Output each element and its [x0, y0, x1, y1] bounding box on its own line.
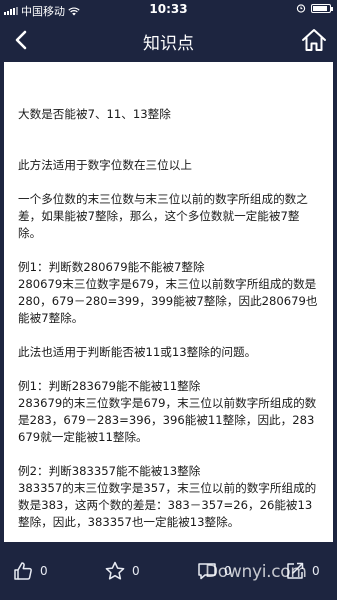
- article-paragraph: 280679末三位数字是679，末三位以前数字所组成的数是280，679－280…: [18, 277, 318, 325]
- home-icon: [302, 29, 326, 51]
- status-bar: 中国移动 10:33: [0, 0, 337, 20]
- back-button[interactable]: [8, 26, 36, 54]
- article-paragraph: 大数是否能被7、11、13整除: [18, 107, 171, 121]
- like-count: 0: [40, 564, 48, 578]
- alarm-icon: [296, 4, 306, 13]
- star-icon: [105, 561, 125, 580]
- article-paragraph: 一个多位数的末三位数与末三位以前的数字所组成的数之差，如果能被7整除，那么，这个…: [18, 192, 308, 240]
- status-time: 10:33: [149, 2, 188, 16]
- paragraph-spacer: [18, 242, 321, 259]
- paragraph-spacer: [18, 361, 321, 378]
- home-button[interactable]: [299, 25, 329, 55]
- page-title: 知识点: [143, 34, 194, 54]
- article-paragraph: 此法也适用于判断能否被11或13整除的问题。: [18, 345, 257, 359]
- favorite-button[interactable]: 0: [104, 560, 140, 582]
- paragraph-spacer: [18, 327, 321, 344]
- like-button[interactable]: 0: [12, 560, 48, 582]
- battery-icon: [311, 3, 333, 13]
- article-paragraph: 283679的末三位数字是679，末三位以前数字所组成的数是283，679－28…: [18, 396, 317, 444]
- article-paragraph: 例2：判断383357能不能被13整除: [18, 464, 201, 478]
- status-right: [296, 3, 333, 13]
- paragraph-spacer: [18, 446, 321, 463]
- share-count: 0: [312, 564, 320, 578]
- chevron-left-icon: [15, 30, 27, 50]
- article-paragraph: 例1：判断283679能不能被11整除: [18, 379, 201, 393]
- paragraph-spacer: [18, 123, 321, 140]
- paragraph-spacer: [18, 174, 321, 191]
- nav-bar: 知识点: [0, 20, 337, 60]
- article-paragraph: 383357的末三位数字是357，末三位以前的数字所组成的数是383，这两个数的…: [18, 481, 317, 529]
- favorite-count: 0: [132, 564, 140, 578]
- thumbs-up-icon: [14, 562, 32, 580]
- article-body: 大数是否能被7、11、13整除此方法适用于数字位数在三位以上一个多位数的末三位数…: [18, 106, 321, 531]
- article-paragraph: 例1：判断数280679能不能被7整除: [18, 260, 205, 274]
- article-paragraph: 此方法适用于数字位数在三位以上: [18, 158, 192, 172]
- watermark: Downyi.com: [205, 562, 307, 582]
- paragraph-spacer: [18, 140, 321, 157]
- article-card: 大数是否能被7、11、13整除此方法适用于数字位数在三位以上一个多位数的末三位数…: [4, 62, 333, 542]
